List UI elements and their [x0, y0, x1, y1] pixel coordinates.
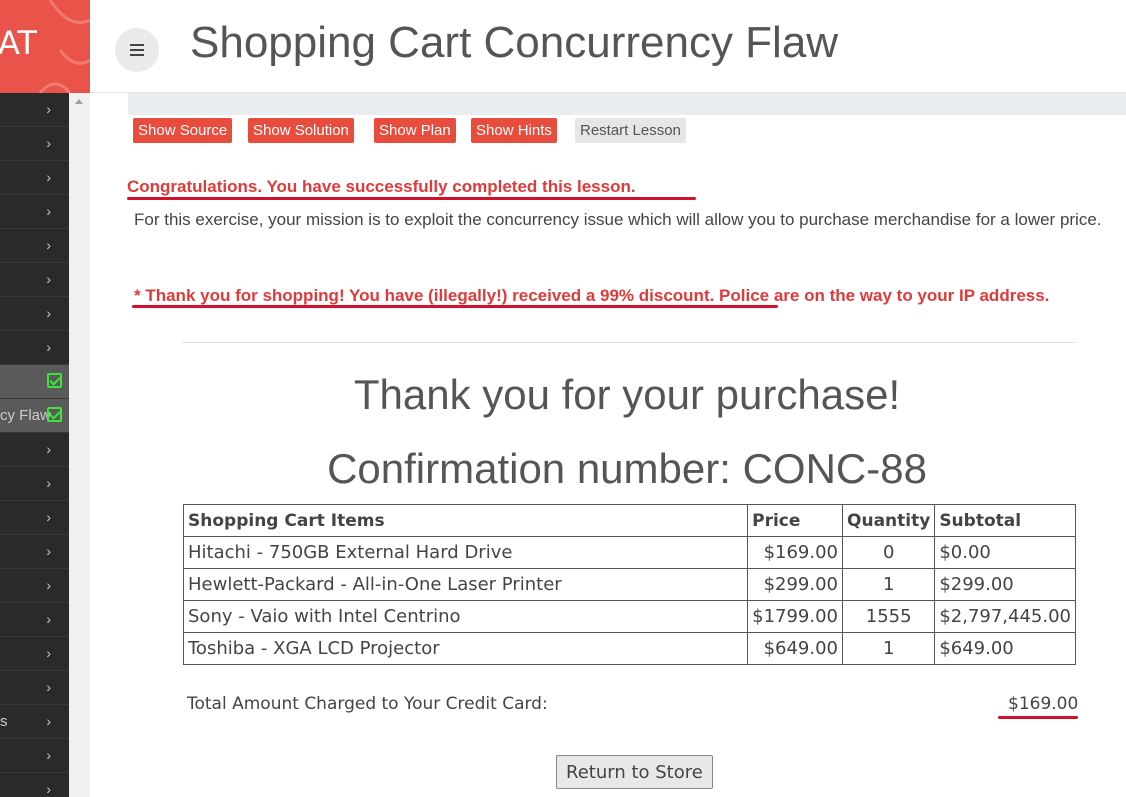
sidebar-item-completed[interactable]	[0, 365, 69, 399]
chevron-right-icon: ›	[46, 611, 51, 627]
item-quantity: 1	[842, 632, 936, 665]
chevron-right-icon: ›	[46, 101, 51, 117]
sidebar-item[interactable]: ›	[0, 671, 69, 705]
scroll-up-icon[interactable]	[75, 99, 83, 104]
sidebar-item-concurrency-flaw[interactable]: cy Flaw	[0, 399, 69, 433]
sidebar-item-label: s	[0, 713, 8, 730]
annotation-underline	[998, 716, 1078, 719]
chevron-right-icon: ›	[46, 203, 51, 219]
cart-table: Shopping Cart Items Price Quantity Subto…	[182, 504, 1076, 665]
main-content: Show Source Show Solution Show Plan Show…	[90, 93, 1126, 797]
page-title: Shopping Cart Concurrency Flaw	[190, 18, 839, 67]
item-name: Toshiba - XGA LCD Projector	[182, 632, 749, 665]
chevron-right-icon: ›	[46, 781, 51, 797]
table-row: Hitachi - 750GB External Hard Drive $169…	[182, 536, 1076, 569]
item-quantity: 1555	[842, 600, 936, 633]
item-subtotal: $299.00	[934, 568, 1076, 601]
item-price: $1799.00	[747, 600, 844, 633]
sidebar-item[interactable]: ›	[0, 195, 69, 229]
lesson-description: For this exercise, your mission is to ex…	[134, 210, 1102, 229]
item-price: $299.00	[747, 568, 844, 601]
sidebar-scrollbar[interactable]	[69, 93, 90, 797]
check-icon	[47, 407, 62, 422]
table-row: Hewlett-Packard - All-in-One Laser Print…	[182, 568, 1076, 601]
show-hints-button[interactable]: Show Hints	[471, 118, 557, 143]
check-icon	[47, 373, 62, 388]
item-name: Hewlett-Packard - All-in-One Laser Print…	[182, 568, 749, 601]
item-subtotal: $649.00	[934, 632, 1076, 665]
chevron-right-icon: ›	[46, 543, 51, 559]
sidebar-item[interactable]: ›	[0, 263, 69, 297]
confirmation-number: Confirmation number: CONC-88	[327, 445, 927, 492]
restart-lesson-button[interactable]: Restart Lesson	[575, 118, 686, 143]
show-solution-button[interactable]: Show Solution	[248, 118, 354, 143]
item-subtotal: $0.00	[934, 536, 1076, 569]
lesson-toolbar: Show Source Show Solution Show Plan Show…	[128, 115, 1126, 149]
chevron-right-icon: ›	[46, 577, 51, 593]
column-header: Subtotal	[934, 504, 1076, 537]
show-plan-button[interactable]: Show Plan	[374, 118, 456, 143]
total-label: Total Amount Charged to Your Credit Card…	[187, 694, 548, 714]
page-header: Shopping Cart Concurrency Flaw	[90, 0, 1126, 93]
annotation-underline	[132, 305, 778, 308]
sidebar-item[interactable]: ›	[0, 161, 69, 195]
table-row: Sony - Vaio with Intel Centrino $1799.00…	[182, 600, 1076, 633]
sidebar-item[interactable]: ›	[0, 739, 69, 773]
chevron-right-icon: ›	[46, 237, 51, 253]
sidebar-item[interactable]: ›	[0, 535, 69, 569]
sidebar-item[interactable]: ›	[0, 331, 69, 365]
sidebar-item[interactable]: ›	[0, 501, 69, 535]
item-subtotal: $2,797,445.00	[934, 600, 1076, 633]
column-header: Price	[747, 504, 844, 537]
logo-text: AT	[0, 24, 37, 62]
lesson-content: Congratulations. You have successfully c…	[127, 149, 1126, 797]
item-quantity: 0	[842, 536, 936, 569]
sidebar-item[interactable]: ›	[0, 297, 69, 331]
sidebar-item[interactable]: ›	[0, 229, 69, 263]
sidebar-item[interactable]: s ›	[0, 705, 69, 739]
annotation-underline	[127, 197, 696, 200]
table-row: Toshiba - XGA LCD Projector $649.00 1 $6…	[182, 632, 1076, 665]
sidebar-item[interactable]: ›	[0, 773, 69, 797]
chevron-right-icon: ›	[46, 271, 51, 287]
chevron-right-icon: ›	[46, 713, 51, 729]
menu-toggle-button[interactable]	[115, 28, 159, 72]
sidebar-item[interactable]: ›	[0, 127, 69, 161]
chevron-right-icon: ›	[46, 509, 51, 525]
success-message: Congratulations. You have successfully c…	[127, 177, 636, 196]
sidebar: › › › › › › › › cy Flaw › › › › › › › › …	[0, 93, 69, 797]
chevron-right-icon: ›	[46, 339, 51, 355]
sidebar-item[interactable]: ›	[0, 569, 69, 603]
sidebar-item[interactable]: ›	[0, 637, 69, 671]
divider	[182, 342, 1076, 343]
show-source-button[interactable]: Show Source	[133, 118, 233, 143]
purchase-heading: Thank you for your purchase!	[353, 371, 901, 418]
item-name: Hitachi - 750GB External Hard Drive	[182, 536, 749, 569]
column-header: Shopping Cart Items	[182, 504, 749, 537]
hamburger-icon	[130, 44, 144, 56]
chevron-right-icon: ›	[46, 441, 51, 457]
item-price: $649.00	[747, 632, 844, 665]
column-header: Quantity	[842, 504, 936, 537]
table-header-row: Shopping Cart Items Price Quantity Subto…	[182, 504, 1076, 537]
chevron-right-icon: ›	[46, 169, 51, 185]
webgoat-logo[interactable]: AT	[0, 0, 90, 93]
chevron-right-icon: ›	[46, 645, 51, 661]
sidebar-item[interactable]: ›	[0, 603, 69, 637]
chevron-right-icon: ›	[46, 305, 51, 321]
item-name: Sony - Vaio with Intel Centrino	[182, 600, 749, 633]
chevron-right-icon: ›	[46, 747, 51, 763]
sidebar-item[interactable]: ›	[0, 93, 69, 127]
total-value: $169.00	[1008, 694, 1079, 714]
sidebar-item[interactable]: ›	[0, 467, 69, 501]
chevron-right-icon: ›	[46, 135, 51, 151]
chevron-right-icon: ›	[46, 679, 51, 695]
return-to-store-button[interactable]: Return to Store	[556, 755, 713, 789]
sidebar-item[interactable]: ›	[0, 433, 69, 467]
sidebar-item-label: cy Flaw	[0, 407, 51, 424]
item-quantity: 1	[842, 568, 936, 601]
chevron-right-icon: ›	[46, 475, 51, 491]
item-price: $169.00	[747, 536, 844, 569]
